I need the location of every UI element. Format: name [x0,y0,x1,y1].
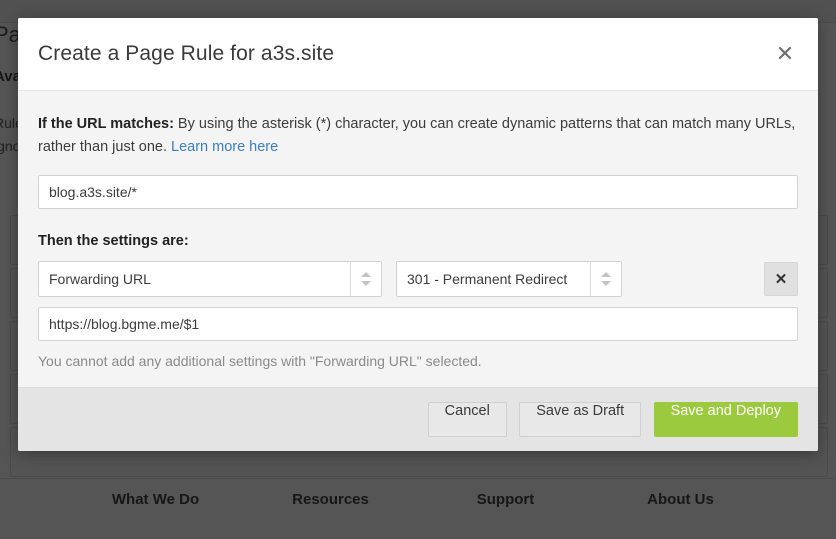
status-code-select-value: 301 - Permanent Redirect [407,271,567,287]
close-icon[interactable]: ✕ [770,39,800,69]
cancel-button[interactable]: Cancel [428,402,507,437]
status-code-select[interactable]: 301 - Permanent Redirect [396,261,622,297]
destination-url-input[interactable] [38,307,798,341]
modal-body: If the URL matches: By using the asteris… [18,91,818,387]
setting-type-select[interactable]: Forwarding URL [38,261,382,297]
url-match-description: If the URL matches: By using the asteris… [38,113,798,159]
modal-footer: Cancel Save as Draft Save and Deploy [18,387,818,451]
settings-section-label: Then the settings are: [38,233,798,249]
settings-hint-text: You cannot add any additional settings w… [38,353,798,369]
url-match-label: If the URL matches: [38,116,174,132]
modal-header: Create a Page Rule for a3s.site ✕ [18,18,818,91]
learn-more-link[interactable]: Learn more here [171,139,278,155]
url-match-input[interactable] [38,175,798,209]
settings-row: Forwarding URL 301 - Permanent Redirect … [38,261,798,297]
save-as-draft-button[interactable]: Save as Draft [519,402,641,437]
save-and-deploy-button[interactable]: Save and Deploy [654,402,798,437]
chevron-updown-icon[interactable] [590,262,621,296]
chevron-updown-icon[interactable] [350,262,381,296]
remove-setting-button[interactable]: ✕ [764,262,798,296]
page-title: Create a Page Rule for a3s.site [38,42,334,66]
create-page-rule-modal: Create a Page Rule for a3s.site ✕ If the… [18,18,818,451]
setting-type-select-value: Forwarding URL [49,271,151,287]
